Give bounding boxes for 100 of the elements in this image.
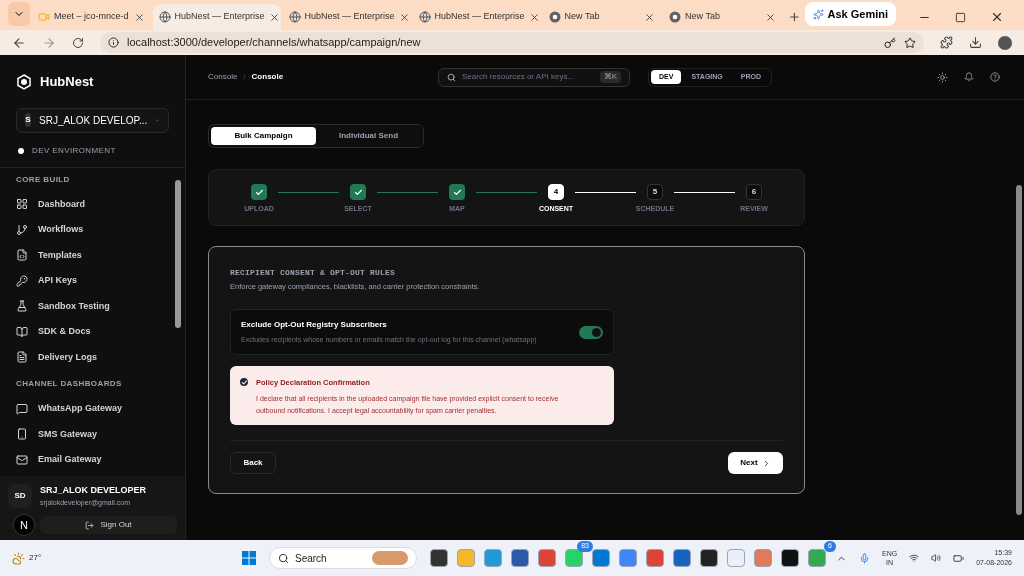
battery-icon[interactable] xyxy=(953,552,965,564)
user-avatar: SD xyxy=(8,484,32,508)
notifications-icon[interactable] xyxy=(964,72,974,82)
dev-indicator-badge[interactable]: N xyxy=(13,514,35,536)
document-icon xyxy=(16,351,28,364)
brand-name: HubNest xyxy=(40,73,94,91)
browser-tab[interactable]: HubNest — Enterprise xyxy=(152,4,281,30)
close-icon[interactable] xyxy=(644,11,656,23)
breadcrumb-current: Console xyxy=(251,71,284,83)
browser-tab[interactable]: New Tab xyxy=(663,4,782,30)
section-heading: CORE BUILD xyxy=(16,173,71,186)
toggle-switch[interactable] xyxy=(579,325,603,339)
sparkle-icon xyxy=(812,8,824,20)
breadcrumb-link[interactable]: Console xyxy=(208,71,238,83)
chat-icon xyxy=(16,402,28,415)
nav-item[interactable]: Email Gateway xyxy=(16,447,174,473)
extensions-icon[interactable] xyxy=(940,36,953,49)
nav-item[interactable]: SDK & Docs xyxy=(16,319,174,345)
help-icon[interactable] xyxy=(990,72,1000,82)
browser-tab[interactable]: HubNest — Enterprise xyxy=(412,4,541,30)
nav-item[interactable]: API Keys xyxy=(16,268,174,294)
nav-item[interactable]: Workflows xyxy=(16,217,174,243)
globe-icon xyxy=(288,11,301,23)
tab-title: New Tab xyxy=(685,10,721,24)
close-icon[interactable] xyxy=(764,11,776,23)
hexagon-logo-icon xyxy=(16,73,32,90)
next-button[interactable]: Next xyxy=(728,452,783,475)
globe-icon xyxy=(158,11,171,23)
volume-icon[interactable] xyxy=(931,553,942,563)
environment-label: DEV ENVIRONMENT xyxy=(32,144,116,157)
new-tab-icon[interactable] xyxy=(787,10,801,24)
book-icon xyxy=(16,325,28,338)
panel-title: RECIPIENT CONSENT & OPT-OUT RULES xyxy=(230,267,397,279)
tab-title: HubNest — Enterprise xyxy=(304,10,395,24)
search-field[interactable]: Search resources or API keys... ⌘K xyxy=(438,67,630,87)
nav-item[interactable]: WhatsApp Gateway xyxy=(16,396,174,422)
site-info-icon[interactable] xyxy=(108,37,119,48)
file-icon xyxy=(16,249,28,262)
tab-title: HubNest — Enterprise xyxy=(434,10,525,24)
mode-tab[interactable]: Individual Send xyxy=(316,127,421,145)
tab-title: New Tab xyxy=(564,10,601,24)
grid-icon xyxy=(16,198,28,211)
sign-out-button[interactable]: Sign Out xyxy=(40,516,177,534)
nav-item[interactable]: Delivery Logs xyxy=(16,344,174,370)
browser-tab[interactable]: HubNest — Enterprise xyxy=(282,4,411,30)
workspace-selector[interactable]: S SRJ_ALOK DEVELOP... xyxy=(16,107,169,133)
chrome-icon xyxy=(669,11,682,23)
close-icon[interactable] xyxy=(133,11,145,23)
theme-icon[interactable] xyxy=(937,71,948,83)
address-bar[interactable]: localhost:3000/developer/channels/whatsapp/campaign/new xyxy=(100,32,924,53)
video-icon xyxy=(38,11,51,23)
microphone-icon[interactable] xyxy=(859,552,870,564)
mail-icon xyxy=(16,453,28,466)
breadcrumb-separator: / xyxy=(243,71,246,83)
browser-tab[interactable]: Meet – jco-mnce-d xyxy=(32,4,151,30)
option-title: Exclude Opt-Out Registry Subscribers xyxy=(241,319,388,331)
wifi-icon[interactable] xyxy=(909,553,920,563)
browser-tab[interactable]: New Tab xyxy=(542,4,662,30)
shortcut-key: ⌘K xyxy=(599,71,621,83)
back-button[interactable]: Back xyxy=(230,452,276,475)
sign-out-icon xyxy=(85,520,95,530)
phone-icon xyxy=(16,428,28,441)
close-icon[interactable] xyxy=(528,11,540,23)
taskbar-search[interactable]: Search xyxy=(269,547,417,569)
back-icon[interactable] xyxy=(12,35,26,50)
nav-item[interactable]: Dashboard xyxy=(16,191,174,217)
download-icon[interactable] xyxy=(969,36,982,49)
nav-item[interactable]: Sandbox Testing xyxy=(16,293,174,319)
maximize-icon[interactable] xyxy=(955,11,967,23)
star-icon[interactable] xyxy=(904,36,916,49)
step-number: 6 xyxy=(746,184,762,200)
tab-title: HubNest — Enterprise xyxy=(174,10,265,24)
key-icon xyxy=(16,274,28,287)
weather-icon[interactable] xyxy=(12,551,25,565)
user-name: SRJ_ALOK DEVELOPER xyxy=(40,484,147,497)
nav-item[interactable]: SMS Gateway xyxy=(16,421,174,447)
workspace-name: SRJ_ALOK DEVELOP... xyxy=(39,113,148,128)
taskbar-app-icon[interactable] xyxy=(781,549,799,567)
flask-icon xyxy=(16,300,28,313)
nav-item[interactable]: Templates xyxy=(16,242,174,268)
temperature: 27° xyxy=(29,552,42,564)
globe-icon xyxy=(418,11,431,23)
workspace-avatar: S xyxy=(25,113,32,127)
search-icon xyxy=(278,552,289,564)
branch-icon xyxy=(16,223,28,236)
search-icon xyxy=(447,72,456,82)
tab-list-button[interactable] xyxy=(8,2,31,26)
close-icon[interactable] xyxy=(268,11,280,23)
section-heading: CHANNEL DASHBOARDS xyxy=(16,378,123,390)
reload-icon[interactable] xyxy=(72,36,84,49)
taskbar-app-icon[interactable] xyxy=(700,549,718,567)
mode-tab[interactable]: Bulk Campaign xyxy=(211,127,316,145)
chrome-icon xyxy=(548,11,561,23)
taskbar-app-icon[interactable] xyxy=(430,549,448,567)
key-icon[interactable] xyxy=(884,36,896,49)
profile-icon[interactable] xyxy=(998,35,1012,50)
tab-title: Meet – jco-mnce-d xyxy=(54,10,130,24)
checkbox[interactable] xyxy=(240,378,248,387)
close-icon[interactable] xyxy=(398,11,410,23)
ask-gemini-button[interactable]: Ask Gemini xyxy=(804,2,897,26)
